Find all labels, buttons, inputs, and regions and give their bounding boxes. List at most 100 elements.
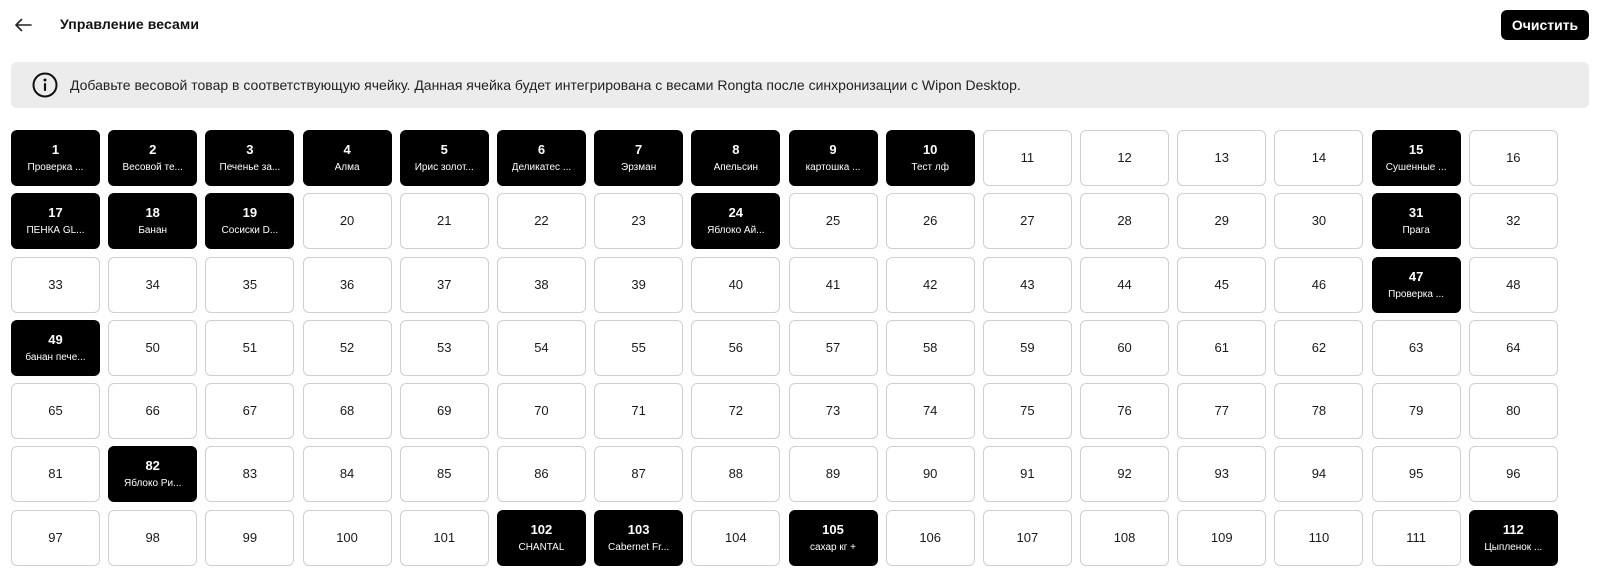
scale-cell-empty[interactable]: 46 <box>1274 256 1364 313</box>
scale-cell-empty[interactable]: 95 <box>1371 446 1461 503</box>
scale-cell-filled[interactable]: 24 Яблоко Ай... <box>691 193 781 250</box>
scale-cell-empty[interactable]: 90 <box>885 446 975 503</box>
scale-cell-empty[interactable]: 92 <box>1080 446 1170 503</box>
scale-cell-empty[interactable]: 30 <box>1274 193 1364 250</box>
scale-cell-empty[interactable]: 50 <box>108 319 198 376</box>
scale-cell-empty[interactable]: 45 <box>1177 256 1267 313</box>
scale-cell-empty[interactable]: 71 <box>594 383 684 440</box>
scale-cell-empty[interactable]: 52 <box>302 319 392 376</box>
scale-cell-empty[interactable]: 111 <box>1371 509 1461 566</box>
scale-cell-filled[interactable]: 1 Проверка ... <box>11 130 100 186</box>
scale-cell-empty[interactable]: 29 <box>1177 193 1267 250</box>
scale-cell-filled[interactable]: 19 Сосиски D... <box>205 193 295 250</box>
scale-cell-empty[interactable]: 69 <box>399 383 489 440</box>
scale-cell-empty[interactable]: 57 <box>788 319 878 376</box>
scale-cell-empty[interactable]: 85 <box>399 446 489 503</box>
scale-cell-filled[interactable]: 31 Прага <box>1371 193 1461 250</box>
scale-cell-empty[interactable]: 41 <box>788 256 878 313</box>
scale-cell-empty[interactable]: 88 <box>691 446 781 503</box>
scale-cell-empty[interactable]: 68 <box>302 383 392 440</box>
scale-cell-filled[interactable]: 82 Яблоко Ри... <box>108 446 198 503</box>
scale-cell-filled[interactable]: 4 Алма <box>302 130 392 186</box>
scale-cell-empty[interactable]: 51 <box>205 319 295 376</box>
back-button[interactable] <box>10 12 36 38</box>
scale-cell-empty[interactable]: 13 <box>1177 130 1267 186</box>
scale-cell-empty[interactable]: 32 <box>1468 193 1558 250</box>
scale-cell-empty[interactable]: 94 <box>1274 446 1364 503</box>
scale-cell-empty[interactable]: 62 <box>1274 319 1364 376</box>
scale-cell-empty[interactable]: 20 <box>302 193 392 250</box>
scale-cell-filled[interactable]: 2 Весовой те... <box>108 130 198 186</box>
scale-cell-empty[interactable]: 25 <box>788 193 878 250</box>
scale-cell-empty[interactable]: 93 <box>1177 446 1267 503</box>
scale-cell-empty[interactable]: 84 <box>302 446 392 503</box>
scale-cell-empty[interactable]: 99 <box>205 509 295 566</box>
scale-cell-filled[interactable]: 18 Банан <box>108 193 198 250</box>
scale-cell-filled[interactable]: 112 Цыпленок ... <box>1468 509 1558 566</box>
scale-cell-filled[interactable]: 102 CHANTAL <box>496 509 586 566</box>
scale-cell-empty[interactable]: 53 <box>399 319 489 376</box>
scale-cell-empty[interactable]: 40 <box>691 256 781 313</box>
scale-cell-empty[interactable]: 65 <box>11 383 100 440</box>
scale-cell-empty[interactable]: 98 <box>108 509 198 566</box>
scale-cell-empty[interactable]: 60 <box>1080 319 1170 376</box>
scale-cell-filled[interactable]: 5 Ирис золот... <box>399 130 489 186</box>
scale-cell-empty[interactable]: 26 <box>885 193 975 250</box>
scale-cell-filled[interactable]: 17 ПЕНКА GL... <box>11 193 100 250</box>
scale-cell-empty[interactable]: 43 <box>982 256 1072 313</box>
scale-cell-empty[interactable]: 74 <box>885 383 975 440</box>
scale-cell-empty[interactable]: 34 <box>108 256 198 313</box>
scale-cell-empty[interactable]: 44 <box>1080 256 1170 313</box>
scale-cell-empty[interactable]: 36 <box>302 256 392 313</box>
scale-cell-empty[interactable]: 76 <box>1080 383 1170 440</box>
scale-cell-empty[interactable]: 101 <box>399 509 489 566</box>
scale-cell-filled[interactable]: 9 картошка ... <box>788 130 878 186</box>
scale-cell-empty[interactable]: 22 <box>496 193 586 250</box>
scale-cell-empty[interactable]: 37 <box>399 256 489 313</box>
scale-cell-filled[interactable]: 105 сахар кг + <box>788 509 878 566</box>
scale-cell-filled[interactable]: 49 банан пече... <box>11 319 100 376</box>
scale-cell-empty[interactable]: 81 <box>11 446 100 503</box>
scale-cell-empty[interactable]: 35 <box>205 256 295 313</box>
scale-cell-empty[interactable]: 108 <box>1080 509 1170 566</box>
scale-cell-empty[interactable]: 23 <box>594 193 684 250</box>
scale-cell-empty[interactable]: 64 <box>1468 319 1558 376</box>
scale-cell-empty[interactable]: 77 <box>1177 383 1267 440</box>
scale-cell-empty[interactable]: 12 <box>1080 130 1170 186</box>
scale-cell-empty[interactable]: 72 <box>691 383 781 440</box>
scale-cell-empty[interactable]: 66 <box>108 383 198 440</box>
scale-cell-empty[interactable]: 16 <box>1468 130 1558 186</box>
scale-cell-empty[interactable]: 55 <box>594 319 684 376</box>
scale-cell-filled[interactable]: 8 Апельсин <box>691 130 781 186</box>
scale-cell-empty[interactable]: 91 <box>982 446 1072 503</box>
scale-cell-filled[interactable]: 3 Печенье за... <box>205 130 295 186</box>
scale-cell-empty[interactable]: 75 <box>982 383 1072 440</box>
scale-cell-empty[interactable]: 110 <box>1274 509 1364 566</box>
scale-cell-empty[interactable]: 107 <box>982 509 1072 566</box>
scale-cell-empty[interactable]: 42 <box>885 256 975 313</box>
scale-cell-empty[interactable]: 33 <box>11 256 100 313</box>
scale-cell-empty[interactable]: 73 <box>788 383 878 440</box>
scale-cell-filled[interactable]: 47 Проверка ... <box>1371 256 1461 313</box>
scale-cell-empty[interactable]: 38 <box>496 256 586 313</box>
scale-cell-empty[interactable]: 67 <box>205 383 295 440</box>
scale-cell-empty[interactable]: 86 <box>496 446 586 503</box>
scale-cell-empty[interactable]: 58 <box>885 319 975 376</box>
scale-cell-empty[interactable]: 54 <box>496 319 586 376</box>
scale-cell-empty[interactable]: 11 <box>982 130 1072 186</box>
scale-cell-empty[interactable]: 109 <box>1177 509 1267 566</box>
scale-cell-empty[interactable]: 39 <box>594 256 684 313</box>
scale-cell-filled[interactable]: 6 Деликатес ... <box>496 130 586 186</box>
scale-cell-empty[interactable]: 89 <box>788 446 878 503</box>
scale-cell-empty[interactable]: 96 <box>1468 446 1558 503</box>
scale-cell-empty[interactable]: 104 <box>691 509 781 566</box>
scale-cell-empty[interactable]: 63 <box>1371 319 1461 376</box>
scale-cell-empty[interactable]: 27 <box>982 193 1072 250</box>
scale-cell-empty[interactable]: 79 <box>1371 383 1461 440</box>
scale-cell-empty[interactable]: 21 <box>399 193 489 250</box>
scale-cell-empty[interactable]: 48 <box>1468 256 1558 313</box>
scale-cell-filled[interactable]: 103 Cabernet Fr... <box>594 509 684 566</box>
scale-cell-filled[interactable]: 10 Тест лф <box>885 130 975 186</box>
scale-cell-empty[interactable]: 59 <box>982 319 1072 376</box>
scale-cell-filled[interactable]: 7 Эрзман <box>594 130 684 186</box>
